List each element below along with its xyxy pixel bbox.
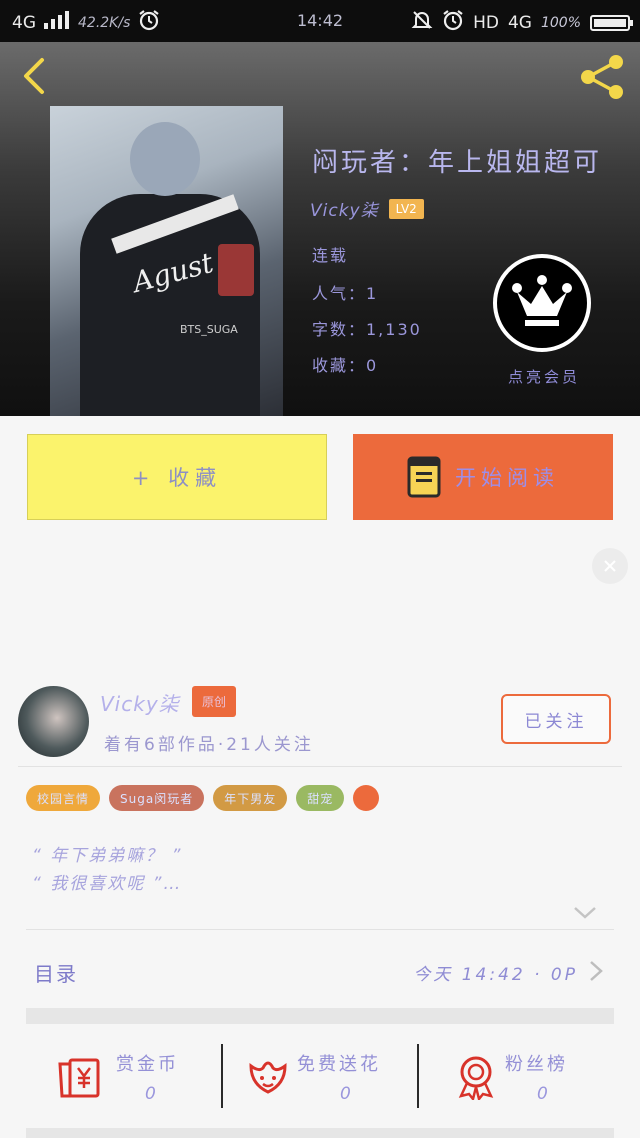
intro-line: “ 我很喜欢呢 ”… — [32, 874, 183, 894]
fans-count: 0 — [537, 1084, 548, 1104]
expand-button[interactable] — [572, 902, 598, 922]
cover-caption: BTS_SUGA — [180, 323, 238, 336]
author-card: Vicky柒 原创 着有6部作品·21人关注 已关注 — [18, 684, 622, 764]
intro-line: “ 年下弟弟嘛？ ” — [32, 846, 183, 866]
book-title: 闷玩者：年上姐姐超可 — [312, 148, 603, 178]
status-bar: 4G 42.2K/s 14:42 HD 4G 100% — [0, 0, 640, 42]
chevron-right-icon — [590, 961, 603, 981]
author-card-name[interactable]: Vicky柒 — [100, 688, 180, 717]
network-indicator-right: 4G — [507, 12, 532, 33]
vip-button[interactable]: 点亮会员 — [493, 254, 595, 387]
section-separator — [26, 1128, 614, 1138]
fans-label: 粉丝榜 — [505, 1054, 568, 1075]
book-popularity: 人气：1 — [312, 284, 379, 303]
interaction-bar: 赏金币 0 免费送花 0 粉丝榜 0 — [26, 1024, 614, 1128]
share-icon — [581, 55, 623, 99]
start-reading-button[interactable]: 开始阅读 — [353, 434, 613, 520]
fan-ranking-button[interactable]: 粉丝榜 0 — [419, 1024, 614, 1128]
cover-head — [130, 122, 200, 196]
chevron-left-icon — [24, 58, 44, 94]
send-flower-button[interactable]: 免费送花 0 — [223, 1024, 417, 1128]
tag-item[interactable]: 甜宠 — [296, 785, 345, 811]
section-separator — [26, 1008, 614, 1024]
flower-count: 0 — [340, 1084, 351, 1104]
author-name[interactable]: Vicky柒 — [310, 196, 379, 221]
book-header: Agust BTS_SUGA 闷玩者：年上姐姐超可 Vicky柒 LV2 连载 … — [0, 42, 640, 416]
follow-button[interactable]: 已关注 — [501, 694, 611, 744]
divider — [18, 766, 622, 767]
reward-coins-button[interactable]: 赏金币 0 — [26, 1024, 222, 1128]
battery-icon — [590, 14, 633, 31]
more-tags-button[interactable] — [353, 785, 380, 811]
tag-item[interactable]: 校园言情 — [26, 785, 101, 811]
tag-item[interactable]: 年下男友 — [213, 785, 288, 811]
reward-count: 0 — [145, 1084, 156, 1104]
close-button[interactable] — [592, 548, 628, 584]
follow-label: 已关注 — [524, 711, 588, 732]
close-icon — [604, 560, 616, 572]
tag-list: 校园言情 Suga闵玩者 年下男友 甜宠 — [26, 785, 380, 811]
original-badge: 原创 — [192, 686, 237, 717]
battery-fill — [594, 18, 626, 27]
crown-icon — [493, 254, 591, 352]
cover-cup — [218, 244, 254, 296]
tag-item[interactable]: Suga闵玩者 — [109, 785, 205, 811]
avatar[interactable] — [18, 686, 89, 757]
last-update: 今天 14:42 · 0P — [413, 965, 578, 985]
coin-envelope-icon — [58, 1058, 100, 1098]
level-badge: LV2 — [388, 198, 424, 219]
share-button[interactable] — [578, 52, 628, 102]
alarm-icon — [442, 9, 464, 36]
vip-label: 点亮会员 — [507, 368, 580, 386]
book-status: 连载 — [312, 246, 349, 265]
battery-percent: 100% — [540, 14, 581, 31]
author-row: Vicky柒 LV2 — [310, 196, 424, 221]
status-right: HD 4G 100% — [411, 9, 633, 36]
toc-label: 目录 — [34, 962, 78, 986]
author-card-info: 着有6部作品·21人关注 — [104, 735, 314, 755]
book-icon — [407, 456, 441, 498]
chevron-down-icon — [574, 907, 596, 919]
collect-button[interactable]: + 收藏 — [27, 434, 327, 520]
book-favorites: 收藏：0 — [312, 356, 379, 375]
table-of-contents-row[interactable]: 目录 今天 14:42 · 0P — [26, 930, 614, 1010]
reward-label: 赏金币 — [116, 1054, 179, 1075]
flower-label: 免费送花 — [297, 1054, 381, 1075]
collect-label: + 收藏 — [131, 466, 223, 490]
back-button[interactable] — [16, 56, 52, 96]
flower-icon — [249, 1061, 287, 1094]
ribbon-medal-icon — [458, 1056, 494, 1100]
hd-indicator: HD — [473, 12, 499, 33]
book-intro: “ 年下弟弟嘛？ ” “ 我很喜欢呢 ”… — [32, 842, 182, 898]
book-cover[interactable]: Agust BTS_SUGA — [50, 106, 283, 416]
mute-bell-icon — [411, 9, 433, 36]
book-word-count: 字数：1,130 — [312, 320, 422, 339]
start-reading-label: 开始阅读 — [455, 466, 559, 490]
